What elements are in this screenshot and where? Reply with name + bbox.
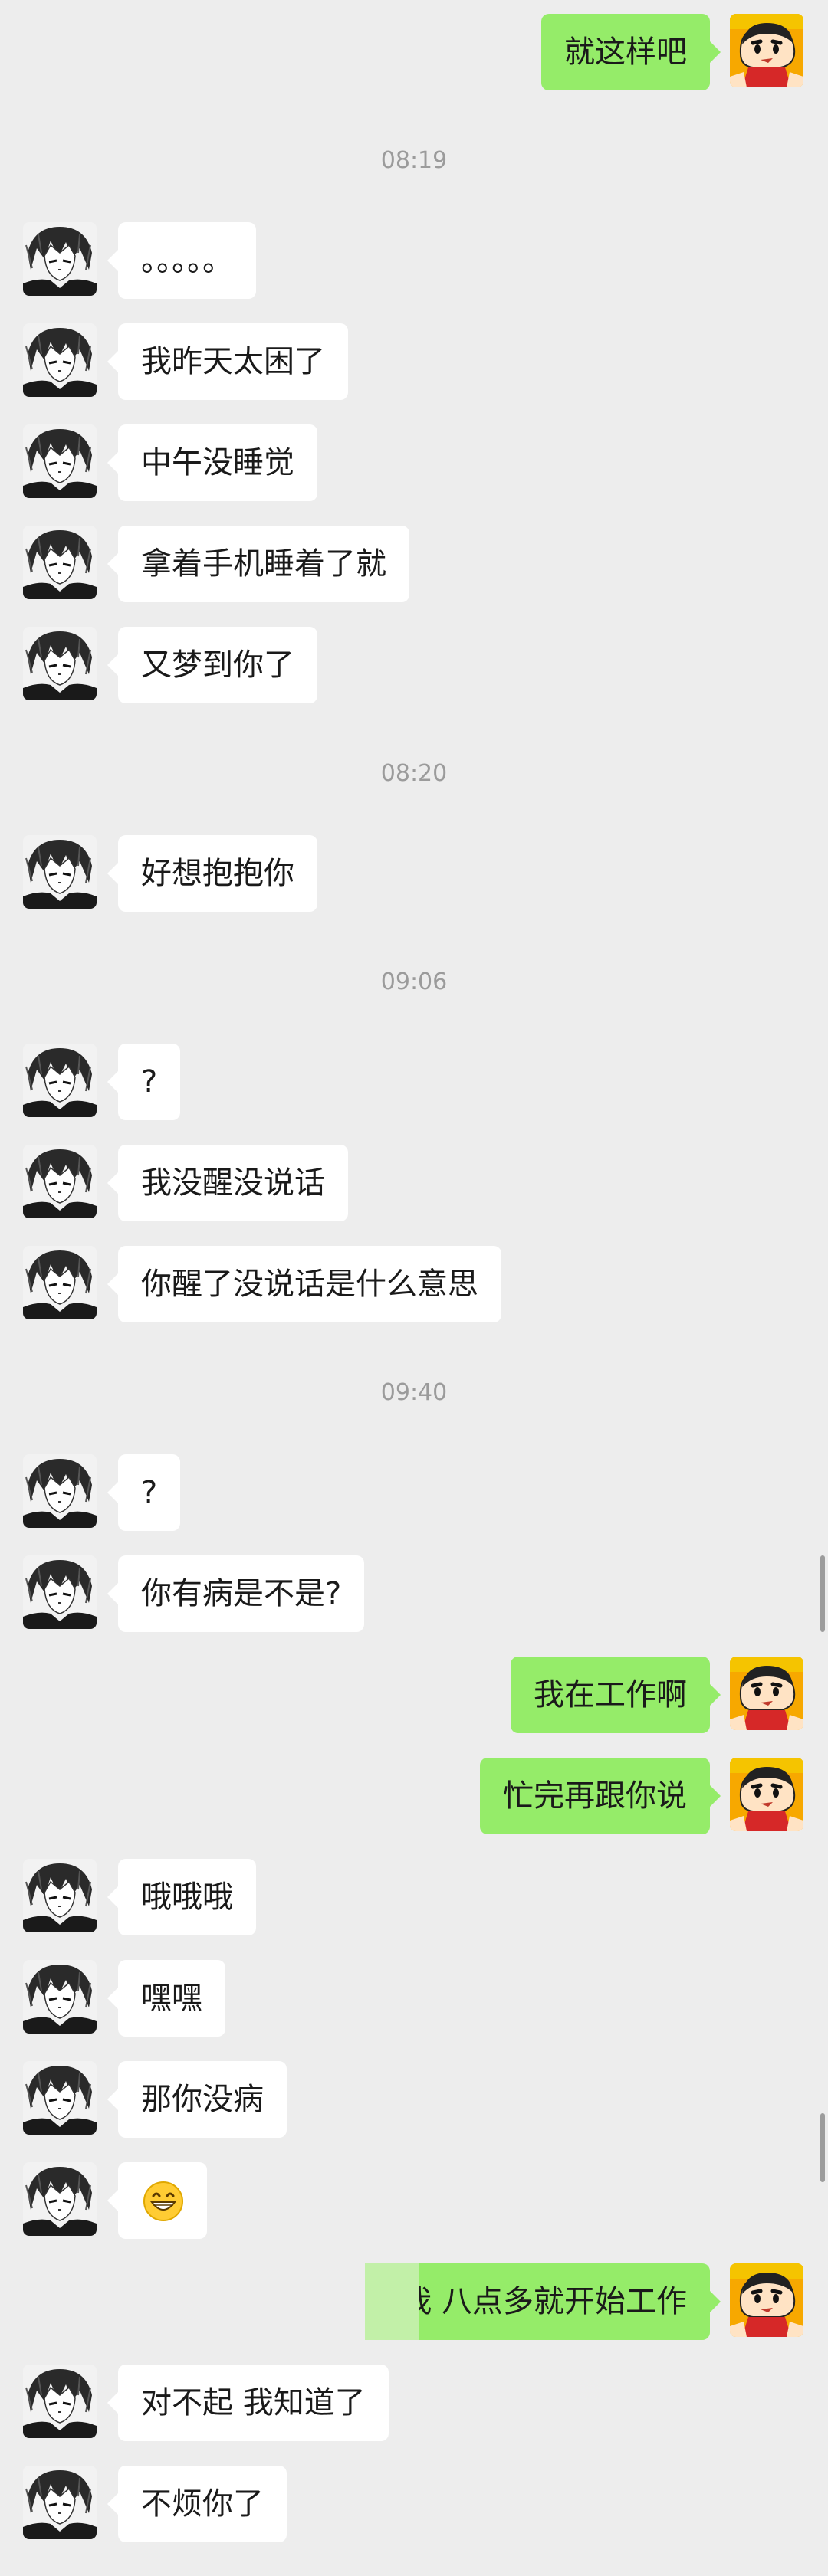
contact-avatar-icon[interactable] bbox=[23, 323, 97, 397]
message-bubble-incoming[interactable]: 你醒了没说话是什么意思 bbox=[107, 1246, 501, 1322]
message-bubble-incoming[interactable] bbox=[107, 2162, 207, 2239]
contact-avatar-icon[interactable] bbox=[23, 1859, 97, 1932]
contact-avatar-icon[interactable] bbox=[23, 526, 97, 599]
message-bubble-incoming[interactable]: 我没醒没说话 bbox=[107, 1145, 348, 1221]
message-bubble-outgoing[interactable]: 忙完再跟你说 bbox=[480, 1758, 721, 1834]
message-bubble-outgoing[interactable]: 就这样吧 bbox=[541, 14, 721, 90]
contact-avatar-icon[interactable] bbox=[23, 2162, 97, 2236]
contact-avatar-icon[interactable] bbox=[23, 627, 97, 700]
message-bubble-incoming[interactable]: 好想抱抱你 bbox=[107, 835, 317, 912]
timestamp: 09:40 bbox=[380, 1379, 448, 1406]
contact-avatar-icon[interactable] bbox=[23, 2466, 97, 2539]
scrollbar[interactable] bbox=[820, 1555, 825, 1632]
contact-avatar-icon[interactable] bbox=[23, 1555, 97, 1629]
redaction-blur bbox=[365, 2263, 419, 2340]
grinning-emoji-icon bbox=[143, 2181, 183, 2221]
contact-avatar-icon[interactable] bbox=[23, 222, 97, 296]
message-bubble-incoming[interactable]: 不烦你了 bbox=[107, 2466, 287, 2542]
message-bubble-incoming[interactable]: 。。。。。 bbox=[107, 222, 256, 299]
my-avatar-icon[interactable] bbox=[730, 2263, 803, 2337]
message-bubble-outgoing[interactable]: 我 八点多就开始工作 bbox=[378, 2263, 721, 2340]
contact-avatar-icon[interactable] bbox=[23, 835, 97, 909]
message-bubble-incoming[interactable]: 你有病是不是? bbox=[107, 1555, 365, 1632]
contact-avatar-icon[interactable] bbox=[23, 2365, 97, 2438]
contact-avatar-icon[interactable] bbox=[23, 1246, 97, 1319]
timestamp: 08:20 bbox=[380, 760, 448, 787]
message-bubble-outgoing[interactable]: 我在工作啊 bbox=[511, 1657, 721, 1733]
contact-avatar-icon[interactable] bbox=[23, 424, 97, 498]
contact-avatar-icon[interactable] bbox=[23, 2061, 97, 2135]
message-bubble-incoming[interactable]: 那你没病 bbox=[107, 2061, 287, 2138]
message-bubble-incoming[interactable]: 拿着手机睡着了就 bbox=[107, 526, 409, 602]
my-avatar-icon[interactable] bbox=[730, 1657, 803, 1730]
my-avatar-icon[interactable] bbox=[730, 14, 803, 87]
message-bubble-incoming[interactable]: 哦哦哦 bbox=[107, 1859, 256, 1935]
contact-avatar-icon[interactable] bbox=[23, 1960, 97, 2034]
timestamp: 08:19 bbox=[380, 147, 448, 174]
message-bubble-incoming[interactable]: 对不起 我知道了 bbox=[107, 2365, 389, 2441]
my-avatar-icon[interactable] bbox=[730, 1758, 803, 1831]
contact-avatar-icon[interactable] bbox=[23, 1044, 97, 1117]
contact-avatar-icon[interactable] bbox=[23, 1145, 97, 1218]
message-bubble-incoming[interactable]: 中午没睡觉 bbox=[107, 424, 317, 501]
message-bubble-incoming[interactable]: ? bbox=[107, 1454, 181, 1531]
contact-avatar-icon[interactable] bbox=[23, 1454, 97, 1528]
message-bubble-incoming[interactable]: 嘿嘿 bbox=[107, 1960, 225, 2037]
message-bubble-incoming[interactable]: 我昨天太困了 bbox=[107, 323, 348, 400]
timestamp: 09:06 bbox=[380, 968, 448, 995]
message-bubble-incoming[interactable]: ? bbox=[107, 1044, 181, 1120]
scrollbar[interactable] bbox=[820, 2113, 825, 2182]
message-bubble-incoming[interactable]: 又梦到你了 bbox=[107, 627, 317, 703]
